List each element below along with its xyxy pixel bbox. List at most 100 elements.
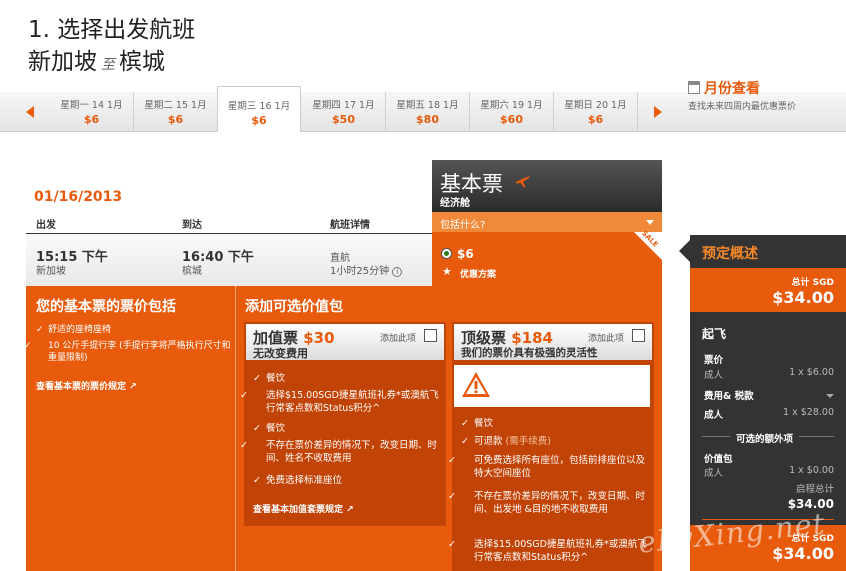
summary-fees-label: 费用& 税款	[704, 388, 834, 402]
date-tab-label: 星期六 19 1月	[480, 100, 543, 111]
date-tab-2-selected[interactable]: 星期三 16 1月 $6	[217, 86, 301, 132]
summary-divider-orange	[702, 519, 834, 520]
calendar-icon	[688, 81, 700, 94]
star-icon: ★	[442, 265, 452, 278]
fare-cell[interactable]: $6 ★ 优惠方案 SALE	[432, 229, 662, 286]
value-pack-item: ✓ 餐饮	[253, 422, 285, 435]
value-pack-item-text: 选择$15.00SGD捷星航班礼券*或澳航飞行常客点数和Status积分^	[266, 390, 439, 414]
fare-price: $6	[457, 247, 474, 261]
date-tab-1[interactable]: 星期二 15 1月 $6	[134, 92, 218, 132]
value-pack-item-text: 餐饮	[266, 373, 286, 384]
route-separator: 至	[101, 57, 115, 73]
value-qty: 1 x $0.00	[789, 465, 834, 476]
check-icon: ✓	[448, 539, 456, 550]
fare-qty: 1 x $6.00	[789, 367, 834, 378]
check-icon: ✓	[448, 455, 456, 466]
date-tab-price: $6	[251, 114, 267, 127]
sale-tag-label: SALE	[640, 229, 660, 249]
summary-total2: $34.00	[772, 544, 834, 563]
subtotal-label: 启程总计	[795, 484, 834, 495]
top-pack-item-text: 可退款	[474, 436, 503, 447]
value-pack-rules-link[interactable]: 查看基本加值套票规定 ↗	[253, 504, 354, 517]
panel-divider	[235, 286, 236, 571]
month-view-link[interactable]: 月份查看 查找未来四周内最优惠票价	[688, 78, 796, 112]
check-icon: ✓	[24, 341, 32, 351]
top-pack-desc: 我们的票价具有极强的灵活性	[461, 347, 598, 359]
info-icon[interactable]: i	[392, 267, 403, 277]
value-pack-desc: 无改变费用	[253, 347, 308, 360]
top-pack-header: 顶级票 $184 我们的票价具有极强的灵活性 添加此项	[454, 324, 652, 360]
value-label-text: 价值包	[704, 454, 733, 465]
fare-includes-label: 包括什么?	[440, 220, 486, 231]
top-pack-warning-box	[454, 365, 650, 407]
summary-fare-row: 成人 1 x $6.00	[704, 367, 834, 381]
top-pack-checkbox[interactable]	[632, 329, 645, 342]
promo-label: 优惠方案	[460, 270, 497, 280]
summary-total-band: 总计 SGD $34.00	[690, 268, 846, 312]
date-tab-label: 星期四 17 1月	[312, 100, 375, 111]
date-tab-price: $6	[167, 113, 184, 126]
date-tab-0[interactable]: 星期一 14 1月 $6	[50, 92, 134, 132]
summary-fees-row: 成人 1 x $28.00	[704, 407, 834, 421]
value-adult-label: 成人	[704, 468, 724, 479]
summary-value-row: 成人 1 x $0.00	[704, 465, 834, 479]
date-tab-label: 星期日 20 1月	[564, 100, 627, 111]
flight-duration-wrap: 1小时25分钟 i	[330, 262, 403, 277]
date-tab-price: $6	[587, 113, 604, 126]
date-tab-price: $80	[416, 113, 439, 126]
date-tab-5[interactable]: 星期六 19 1月 $60	[470, 92, 554, 132]
depart-city: 新加坡	[36, 266, 66, 277]
included-item: ✓ 舒适的座椅座椅	[36, 324, 234, 336]
check-icon: ✓	[240, 390, 248, 401]
included-item-text: 舒适的座椅座椅	[48, 325, 112, 335]
booking-summary: 预定概述 总计 SGD $34.00 起飞 票价 成人 1 x $6.00 费用&…	[690, 235, 846, 571]
top-pack-add-label: 添加此项	[588, 334, 625, 344]
summary-total-label: 总计 SGD	[791, 278, 834, 288]
warning-icon	[462, 372, 490, 397]
top-pack-item: ✓ 餐饮	[461, 417, 493, 430]
basic-fare-rules-link[interactable]: 查看基本票的票价规定 ↗	[36, 379, 137, 392]
date-tab-price: $50	[332, 113, 355, 126]
fare-includes-toggle[interactable]: 包括什么?	[432, 212, 662, 232]
date-tab-4[interactable]: 星期五 18 1月 $80	[386, 92, 470, 132]
top-pack-item: ✓ 选择$15.00SGD捷星航班礼券*或澳航飞行常客点数和Status积分^	[448, 538, 647, 564]
included-item: ✓ 10 公斤手提行李 (手提行李将严格执行尺寸和重量限制)	[24, 340, 234, 364]
date-tab-6[interactable]: 星期日 20 1月 $6	[554, 92, 638, 132]
value-pack-item: ✓ 餐饮	[253, 372, 285, 385]
arrive-city: 槟城	[182, 266, 202, 277]
value-pack-item-text: 餐饮	[266, 423, 286, 434]
month-view-title[interactable]: 月份查看	[704, 81, 760, 97]
summary-title: 预定概述	[702, 246, 758, 262]
top-pack-item: ✓ 不存在票价差异的情况下，改变日期、时间、出发地 &目的地不收取费用	[448, 490, 647, 516]
value-pack-header: 加值票 $30 无改变费用 添加此项	[246, 324, 444, 360]
date-tab-label: 星期五 18 1月	[396, 100, 459, 111]
value-pack-card: 加值票 $30 无改变费用 添加此项 ✓ 餐饮 ✓ 选择$15.00SGD捷星航班礼…	[240, 322, 446, 526]
prev-week-arrow-icon[interactable]	[26, 106, 34, 118]
date-tab-label: 星期三 16 1月	[227, 101, 291, 112]
adult-label: 成人	[704, 370, 724, 381]
origin-city: 新加坡	[28, 49, 97, 75]
col-header-arrive: 到达	[182, 220, 202, 231]
external-link-icon: ↗	[129, 382, 137, 392]
top-pack-item-text: 可免费选择所有座位，包括前排座位以及特大空间座位	[474, 455, 646, 479]
value-pack-checkbox[interactable]	[424, 329, 437, 342]
next-week-arrow-icon[interactable]	[654, 106, 662, 118]
top-pack-item-text: 选择$15.00SGD捷星航班礼券*或澳航飞行常客点数和Status积分^	[474, 539, 647, 563]
check-icon: ✓	[448, 491, 456, 502]
date-tab-price: $6	[83, 113, 100, 126]
check-icon: ✓	[36, 325, 44, 335]
fare-class: 经济舱	[440, 198, 470, 209]
external-link-icon: ↗	[346, 505, 354, 515]
optional-extras-label: 可选的额外项	[730, 431, 800, 445]
col-header-depart: 出发	[36, 220, 56, 231]
top-pack-item-text: 不存在票价差异的情况下，改变日期、时间、出发地 &目的地不收取费用	[474, 491, 646, 515]
summary-total: $34.00	[772, 288, 834, 307]
fees-dropdown-icon[interactable]	[826, 394, 834, 398]
top-pack-item: ✓ 可免费选择所有座位，包括前排座位以及特大空间座位	[448, 454, 647, 480]
date-tab-3[interactable]: 星期四 17 1月 $50	[302, 92, 386, 132]
sale-tag: SALE	[634, 229, 662, 260]
step-title: 1. 选择出发航班	[28, 17, 196, 43]
fare-radio[interactable]	[441, 248, 452, 259]
top-pack-card: 顶级票 $184 我们的票价具有极强的灵活性 添加此项 ✓ 餐饮 ✓ 可退款 (需手…	[448, 322, 654, 571]
top-pack-item-note: (需手续费)	[505, 436, 551, 447]
